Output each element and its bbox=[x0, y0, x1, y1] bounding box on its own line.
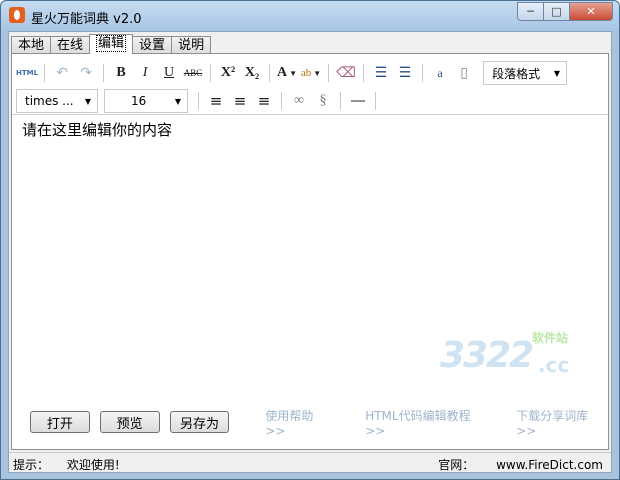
open-button[interactable]: 打开 bbox=[30, 411, 90, 433]
status-website: 官网： www.FireDict.com bbox=[438, 456, 603, 473]
watermark-number: 3322 bbox=[440, 335, 534, 376]
chevron-down-icon: ▼ bbox=[84, 96, 91, 106]
font-family-select[interactable]: times ... ▼ bbox=[16, 89, 98, 113]
toolbar-separator bbox=[375, 92, 376, 110]
toolbar-separator bbox=[363, 64, 365, 82]
toolbar-separator bbox=[328, 64, 330, 82]
highlight-icon: ab bbox=[300, 67, 312, 79]
status-hint: 提示： 欢迎使用! bbox=[13, 456, 120, 473]
editor-area[interactable]: 请在这里编辑你的内容 软件站 3322 .cc bbox=[12, 114, 608, 402]
eraser-button[interactable]: ⌫ bbox=[335, 62, 357, 84]
align-left-button[interactable]: ≡ bbox=[205, 90, 227, 112]
font-size-value: 16 bbox=[131, 94, 147, 108]
html-tutorial-link[interactable]: HTML代码编辑教程>> bbox=[365, 407, 490, 438]
chevron-down-icon: ▼ bbox=[174, 96, 181, 106]
page-button[interactable]: ▯ bbox=[453, 62, 475, 84]
paragraph-format-select[interactable]: 段落格式 ▼ bbox=[483, 61, 568, 85]
hint-text: 欢迎使用! bbox=[66, 458, 120, 472]
undo-button[interactable]: ↶ bbox=[51, 62, 73, 84]
redo-button[interactable]: ↷ bbox=[75, 62, 97, 84]
window-controls: ─ □ ✕ bbox=[517, 2, 613, 21]
font-size-select[interactable]: 16 ▼ bbox=[104, 89, 188, 113]
hint-label: 提示： bbox=[13, 458, 50, 472]
toolbar-separator bbox=[210, 64, 212, 82]
paragraph-format-value: 段落格式 bbox=[492, 66, 541, 81]
align-center-button[interactable]: ≡ bbox=[229, 90, 251, 112]
watermark-site: 软件站 bbox=[532, 331, 569, 345]
tab-edit[interactable]: 编辑 bbox=[89, 34, 134, 54]
toolbar-separator bbox=[340, 92, 341, 110]
toolbar-separator bbox=[422, 64, 424, 82]
anchor-button[interactable]: a bbox=[429, 62, 451, 84]
strikethrough-button[interactable]: ABC bbox=[182, 62, 204, 84]
unordered-list-button[interactable]: ☰ bbox=[394, 62, 416, 84]
superscript-button[interactable]: X² bbox=[217, 62, 239, 84]
align-right-button[interactable]: ≡ bbox=[253, 90, 275, 112]
watermark-domain: .cc bbox=[538, 353, 570, 377]
underline-button[interactable]: U bbox=[158, 62, 180, 84]
action-bar: 打开 预览 另存为 使用帮助>> HTML代码编辑教程>> 下载分享词库>> bbox=[12, 407, 608, 438]
watermark-logo: 软件站 3322 .cc bbox=[440, 327, 590, 387]
chevron-down-icon: ▼ bbox=[553, 68, 561, 78]
ordered-list-button[interactable]: ☰ bbox=[370, 62, 392, 84]
tab-about[interactable]: 说明 bbox=[171, 36, 212, 54]
title-bar[interactable]: 星火万能词典 v2.0 ─ □ ✕ bbox=[1, 1, 619, 31]
preview-button[interactable]: 预览 bbox=[99, 411, 160, 433]
tab-label: 编辑 bbox=[96, 35, 127, 52]
tab-label: 说明 bbox=[178, 38, 205, 53]
tab-label: 本地 bbox=[18, 38, 45, 53]
editor-content: 请在这里编辑你的内容 bbox=[22, 121, 173, 139]
maximize-button[interactable]: □ bbox=[543, 2, 569, 21]
tab-strip: 本地 在线 编辑 设置 说明 bbox=[11, 34, 212, 54]
status-bar: 提示： 欢迎使用! 官网： www.FireDict.com bbox=[9, 452, 611, 472]
download-dict-link[interactable]: 下载分享词库>> bbox=[516, 407, 608, 438]
font-color-icon: A bbox=[277, 65, 288, 80]
main-content: 本地 在线 编辑 设置 说明 HTML ↶ ↷ B I U ABC X² X₂ bbox=[8, 31, 612, 473]
tab-local[interactable]: 本地 bbox=[11, 36, 52, 54]
tab-label: 设置 bbox=[139, 38, 166, 53]
bold-button[interactable]: B bbox=[110, 62, 132, 84]
window-title: 星火万能词典 v2.0 bbox=[31, 12, 142, 27]
html-source-button[interactable]: HTML bbox=[16, 62, 38, 84]
chevron-down-icon: ▼ bbox=[289, 68, 298, 78]
minimize-button[interactable]: ─ bbox=[517, 2, 543, 21]
font-family-value: times ... bbox=[25, 94, 74, 108]
unlink-button[interactable]: § bbox=[312, 90, 334, 112]
toolbar-row-2: times ... ▼ 16 ▼ ≡ ≡ ≡ ∞ § — bbox=[16, 88, 382, 114]
link-button[interactable]: ∞ bbox=[288, 90, 310, 112]
font-color-button[interactable]: A ▼ bbox=[276, 62, 298, 84]
tab-settings[interactable]: 设置 bbox=[132, 36, 173, 54]
toolbar-separator bbox=[44, 64, 46, 82]
website-url[interactable]: www.FireDict.com bbox=[496, 458, 603, 472]
horizontal-rule-button[interactable]: — bbox=[347, 90, 369, 112]
help-link[interactable]: 使用帮助>> bbox=[265, 407, 333, 438]
subscript-button[interactable]: X₂ bbox=[241, 62, 263, 84]
app-flame-icon bbox=[9, 7, 25, 23]
highlight-button[interactable]: ab ▼ bbox=[300, 62, 322, 84]
close-button[interactable]: ✕ bbox=[569, 2, 613, 21]
save-as-button[interactable]: 另存为 bbox=[169, 411, 230, 433]
app-window: 星火万能词典 v2.0 ─ □ ✕ 本地 在线 编辑 设置 说明 HTML ↶ … bbox=[0, 0, 620, 480]
edit-panel: HTML ↶ ↷ B I U ABC X² X₂ A▼ ab▼ ⌫ ☰ ☰ bbox=[11, 53, 609, 450]
toolbar-separator bbox=[281, 92, 282, 110]
toolbar-row-1: HTML ↶ ↷ B I U ABC X² X₂ A▼ ab▼ ⌫ ☰ ☰ bbox=[16, 60, 573, 86]
website-label: 官网： bbox=[438, 458, 475, 472]
toolbar-separator bbox=[269, 64, 271, 82]
toolbar-separator bbox=[198, 92, 199, 110]
chevron-down-icon: ▼ bbox=[313, 68, 322, 78]
italic-button[interactable]: I bbox=[134, 62, 156, 84]
toolbar-separator bbox=[103, 64, 105, 82]
tab-online[interactable]: 在线 bbox=[50, 36, 91, 54]
tab-label: 在线 bbox=[57, 38, 84, 53]
